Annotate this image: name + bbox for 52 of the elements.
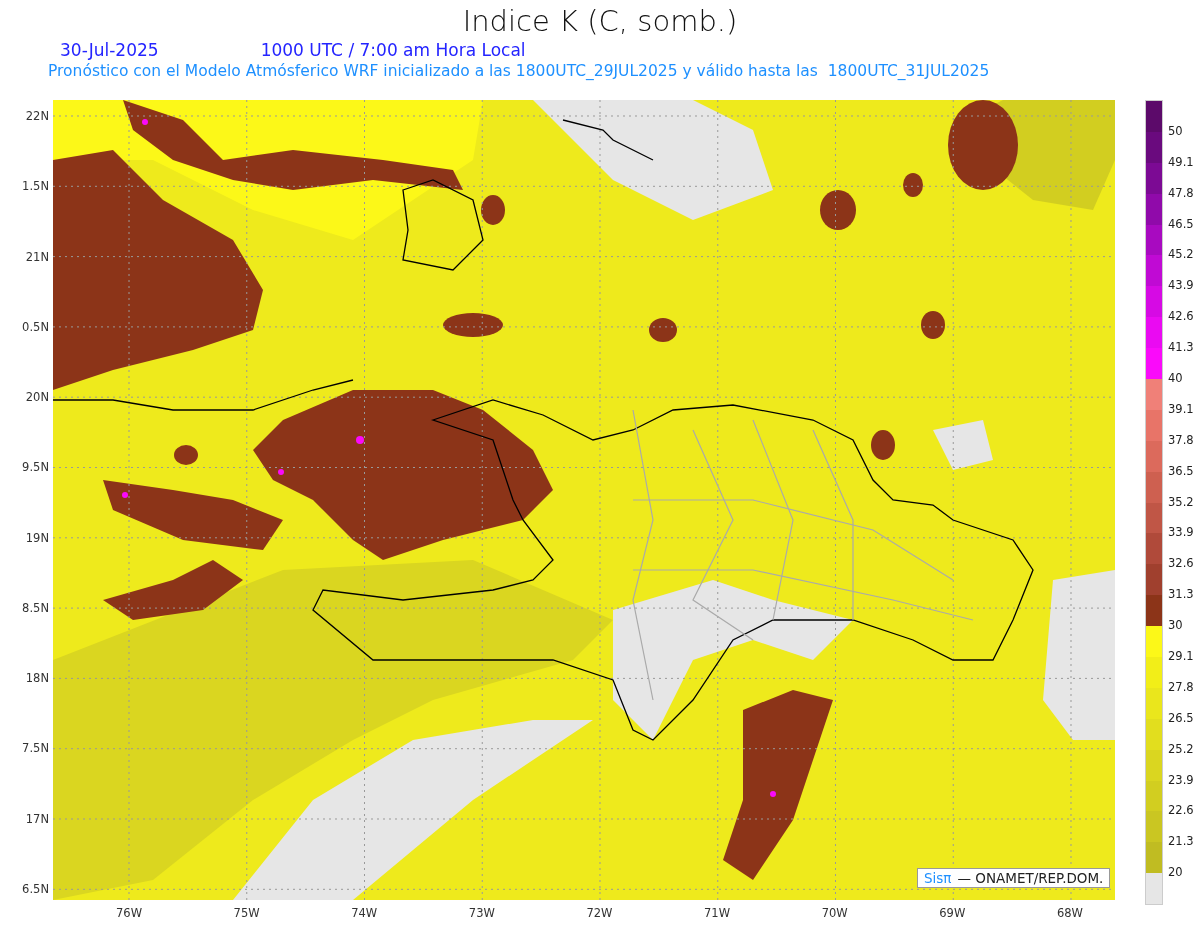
legend-label: 29.1 — [1168, 649, 1194, 664]
longitude-label: 69W — [939, 906, 966, 922]
legend-label: 31.3 — [1168, 587, 1194, 602]
legend-label: 36.5 — [1168, 463, 1194, 478]
legend-label: 30 — [1168, 618, 1183, 633]
legend-label: 39.1 — [1168, 401, 1194, 416]
legend-label: 25.2 — [1168, 741, 1194, 756]
legend-label: 21.3 — [1168, 834, 1194, 849]
latitude-label: 1.5N — [22, 179, 49, 194]
longitude-label: 68W — [1056, 906, 1083, 922]
legend-label: 35.2 — [1168, 494, 1194, 509]
longitude-label: 74W — [351, 906, 378, 922]
legend-label: 40 — [1168, 371, 1183, 385]
latitude-label: 6.5N — [22, 881, 49, 896]
latitude-label: 17N — [25, 811, 49, 826]
legend-label: 20 — [1168, 865, 1183, 880]
time-label: 1000 UTC / 7:00 am Hora Local — [260, 40, 526, 62]
longitude-label: 72W — [586, 906, 613, 922]
latitude-label: 19N — [25, 530, 49, 545]
date-label: 30-Jul-2025 — [60, 40, 159, 62]
longitude-label: 76W — [116, 906, 142, 922]
latitude-label: 0.5N — [22, 319, 49, 334]
longitude-label: 70W — [821, 906, 848, 922]
legend-label: 46.5 — [1168, 216, 1194, 231]
latitude-label: 7.5N — [22, 741, 49, 756]
legend-label: 49.1 — [1168, 154, 1194, 169]
legend-label: 43.9 — [1168, 278, 1194, 293]
legend-label: 37.8 — [1168, 432, 1194, 447]
legend-label: 50 — [1168, 123, 1183, 138]
legend-label: 26.5 — [1168, 710, 1194, 725]
subtitle: Pronóstico con el Modelo Atmósferico WRF inicializado a las 1800UTC_29JUL2025 y válido hasta las 1800UTC_31JUL2025 — [48, 62, 990, 80]
longitude-label: 71W — [704, 906, 731, 922]
latitude-label: 9.5N — [22, 460, 49, 475]
legend-label: 27.8 — [1168, 679, 1194, 694]
logo-text: Sisπ — [924, 870, 952, 886]
legend-label: 22.6 — [1168, 803, 1194, 818]
latitude-label: 18N — [25, 671, 49, 686]
longitude-label: 73W — [468, 906, 495, 922]
legend-label: 41.3 — [1168, 340, 1194, 355]
longitude-label: 75W — [233, 906, 260, 922]
legend-label: 45.2 — [1168, 247, 1194, 262]
chart-title: Indice K (C, somb.) — [462, 4, 738, 38]
legend-label: 32.6 — [1168, 556, 1194, 571]
latitude-label: 21N — [25, 249, 49, 264]
legend-label: 47.8 — [1168, 185, 1194, 200]
credit-text: — ONAMET/REP.DOM. — [957, 870, 1104, 886]
latitude-label: 8.5N — [22, 600, 49, 615]
latitude-label: 22N — [25, 109, 49, 123]
legend-label: 42.6 — [1168, 309, 1194, 324]
legend-label: 23.9 — [1168, 772, 1194, 787]
latitude-label: 20N — [25, 390, 49, 405]
legend-label: 33.9 — [1168, 525, 1194, 540]
